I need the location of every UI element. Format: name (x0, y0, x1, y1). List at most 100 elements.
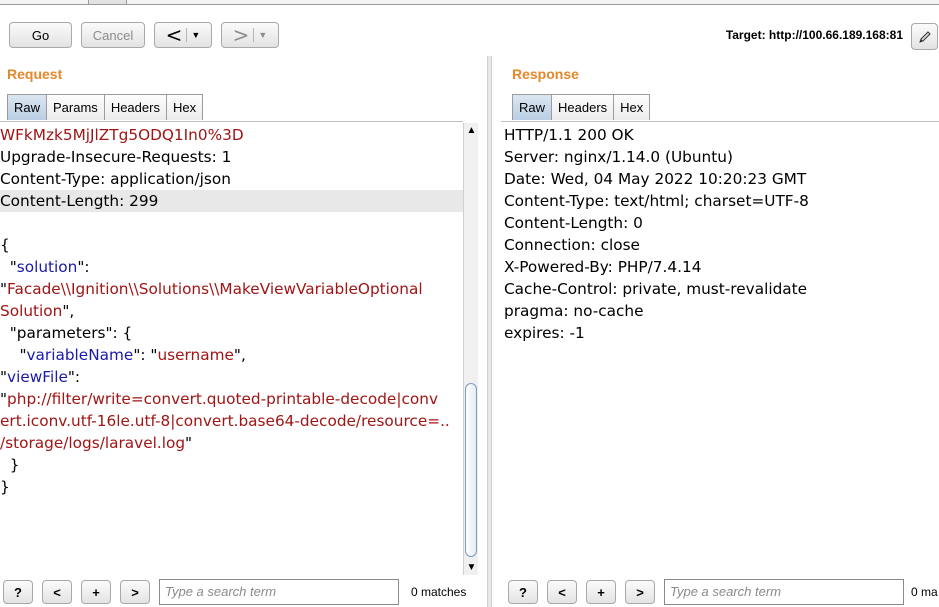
scroll-thumb[interactable] (465, 383, 477, 557)
next-match-button[interactable]: > (120, 580, 150, 604)
request-token: Content-Length: 299 (0, 192, 159, 210)
button-separator (253, 28, 255, 42)
request-match-count: 0 matches (411, 585, 467, 599)
request-line: ert.iconv.utf-16le.utf-8|convert.base64-… (0, 410, 463, 432)
tab-request-raw[interactable]: Raw (7, 94, 48, 120)
request-token: { (0, 236, 10, 254)
search-options-button[interactable]: + (81, 580, 111, 604)
tab-response-headers[interactable]: Headers (551, 94, 615, 120)
tab-request-params[interactable]: Params (46, 94, 105, 120)
request-line: Content-Type: application/json (0, 168, 463, 190)
forward-button[interactable]: > ▼ (221, 22, 279, 48)
pane-divider[interactable] (487, 56, 492, 607)
chevron-left-icon: < (165, 23, 183, 47)
go-button[interactable]: Go (9, 22, 72, 48)
request-token: solution (16, 258, 78, 276)
request-search-input[interactable]: Type a search term (159, 579, 399, 605)
edit-target-button[interactable] (911, 23, 938, 50)
dropdown-arrow-icon[interactable]: ▼ (191, 30, 200, 40)
request-token: ", (233, 346, 246, 364)
tab-response-hex[interactable]: Hex (613, 94, 651, 120)
request-title: Request (7, 66, 63, 82)
tab-response-raw[interactable]: Raw (512, 94, 553, 120)
previous-match-button[interactable]: < (547, 580, 577, 604)
button-separator (186, 28, 188, 42)
request-tabs: Raw Params Headers Hex (7, 94, 204, 120)
help-button[interactable]: ? (3, 580, 33, 604)
request-token: } (0, 478, 10, 496)
request-token: WFkMzk5MjJlZTg5ODQ1In0%3D (0, 126, 244, 144)
request-token: } (0, 456, 20, 474)
response-line: X-Powered-By: PHP/7.4.14 (504, 258, 702, 276)
request-token: "parameters": { (0, 324, 133, 342)
request-token: " (0, 258, 17, 276)
response-line: pragma: no-cache (504, 302, 644, 320)
request-token: " (185, 434, 193, 452)
response-match-count: 0 ma (911, 585, 938, 599)
request-line: WFkMzk5MjJlZTg5ODQ1In0%3D (0, 124, 463, 146)
tab-request-headers[interactable]: Headers (103, 94, 167, 120)
request-token: variableName (26, 346, 134, 364)
toolbar: Go Cancel < ▼ > ▼ Target: http://100.66.… (0, 6, 939, 60)
response-line: expires: -1 (504, 324, 585, 342)
request-token: ": (77, 258, 90, 276)
request-token: ", (62, 302, 75, 320)
tab-strip-item[interactable] (126, 0, 154, 4)
tab-strip-item[interactable] (88, 0, 126, 4)
request-token: Upgrade-Insecure-Requests: 1 (0, 148, 232, 166)
response-title: Response (512, 66, 579, 82)
request-token: Solution (0, 302, 63, 320)
request-token: " (0, 346, 27, 364)
tab-request-hex[interactable]: Hex (165, 94, 204, 120)
request-line: "solution": (0, 256, 463, 278)
request-token: " (0, 280, 8, 298)
request-line: Upgrade-Insecure-Requests: 1 (0, 146, 463, 168)
target-label: Target: http://100.66.189.168:81 (725, 28, 903, 42)
response-line: HTTP/1.1 200 OK (504, 126, 634, 144)
request-line: } (0, 454, 463, 476)
request-token: viewFile (7, 368, 68, 386)
request-line: "parameters": { (0, 322, 463, 344)
request-token: /storage/logs/laravel.log (0, 434, 186, 452)
request-line: { (0, 234, 463, 256)
go-button-label: Go (31, 27, 50, 43)
request-token: ": (67, 368, 81, 386)
pencil-icon (918, 30, 931, 43)
search-options-button[interactable]: + (586, 580, 616, 604)
response-line: Server: nginx/1.14.0 (Ubuntu) (504, 148, 733, 166)
request-token: username (157, 346, 234, 364)
request-token: Facade\\Ignition\\Solutions\\MakeViewVar… (7, 280, 423, 298)
request-line: "viewFile": (0, 366, 463, 388)
request-token: ": " (133, 346, 158, 364)
request-token: Content-Type: application/json (0, 170, 231, 188)
request-line: /storage/logs/laravel.log" (0, 432, 463, 454)
response-editor[interactable]: HTTP/1.1 200 OK Server: nginx/1.14.0 (Ubu… (501, 121, 939, 575)
scroll-up-icon[interactable]: ▲ (464, 123, 479, 137)
chevron-right-icon: > (232, 23, 250, 47)
request-token: ert.iconv.utf-16le.utf-8|convert.base64-… (0, 412, 450, 430)
response-search-bar: ? < + > Type a search term 0 ma (505, 577, 939, 607)
request-token: " (0, 390, 8, 408)
cancel-button-label: Cancel (92, 27, 134, 43)
previous-match-button[interactable]: < (42, 580, 72, 604)
next-match-button[interactable]: > (625, 580, 655, 604)
response-tabs: Raw Headers Hex (512, 94, 651, 120)
request-line: Solution", (0, 300, 463, 322)
request-line: Content-Length: 299 (0, 190, 463, 212)
response-line: Cache-Control: private, must-revalidate (504, 280, 808, 298)
request-line: "php://filter/write=convert.quoted-print… (0, 388, 463, 410)
back-button[interactable]: < ▼ (154, 22, 212, 48)
response-search-input[interactable]: Type a search term (664, 579, 904, 605)
request-editor[interactable]: WFkMzk5MjJlZTg5ODQ1In0%3D Upgrade-Insecur… (0, 121, 463, 575)
scroll-down-icon[interactable]: ▼ (464, 560, 479, 574)
help-button[interactable]: ? (508, 580, 538, 604)
request-line (0, 212, 463, 234)
cancel-button[interactable]: Cancel (81, 22, 145, 48)
response-line: Content-Type: text/html; charset=UTF-8 (504, 192, 809, 210)
response-line: Content-Length: 0 (504, 214, 643, 232)
top-tab-strip (0, 0, 939, 5)
response-line: Date: Wed, 04 May 2022 10:20:23 GMT (504, 170, 807, 188)
dropdown-arrow-icon[interactable]: ▼ (258, 30, 267, 40)
response-line: Connection: close (504, 236, 640, 254)
request-scrollbar[interactable]: ▲ ▼ (463, 123, 478, 575)
